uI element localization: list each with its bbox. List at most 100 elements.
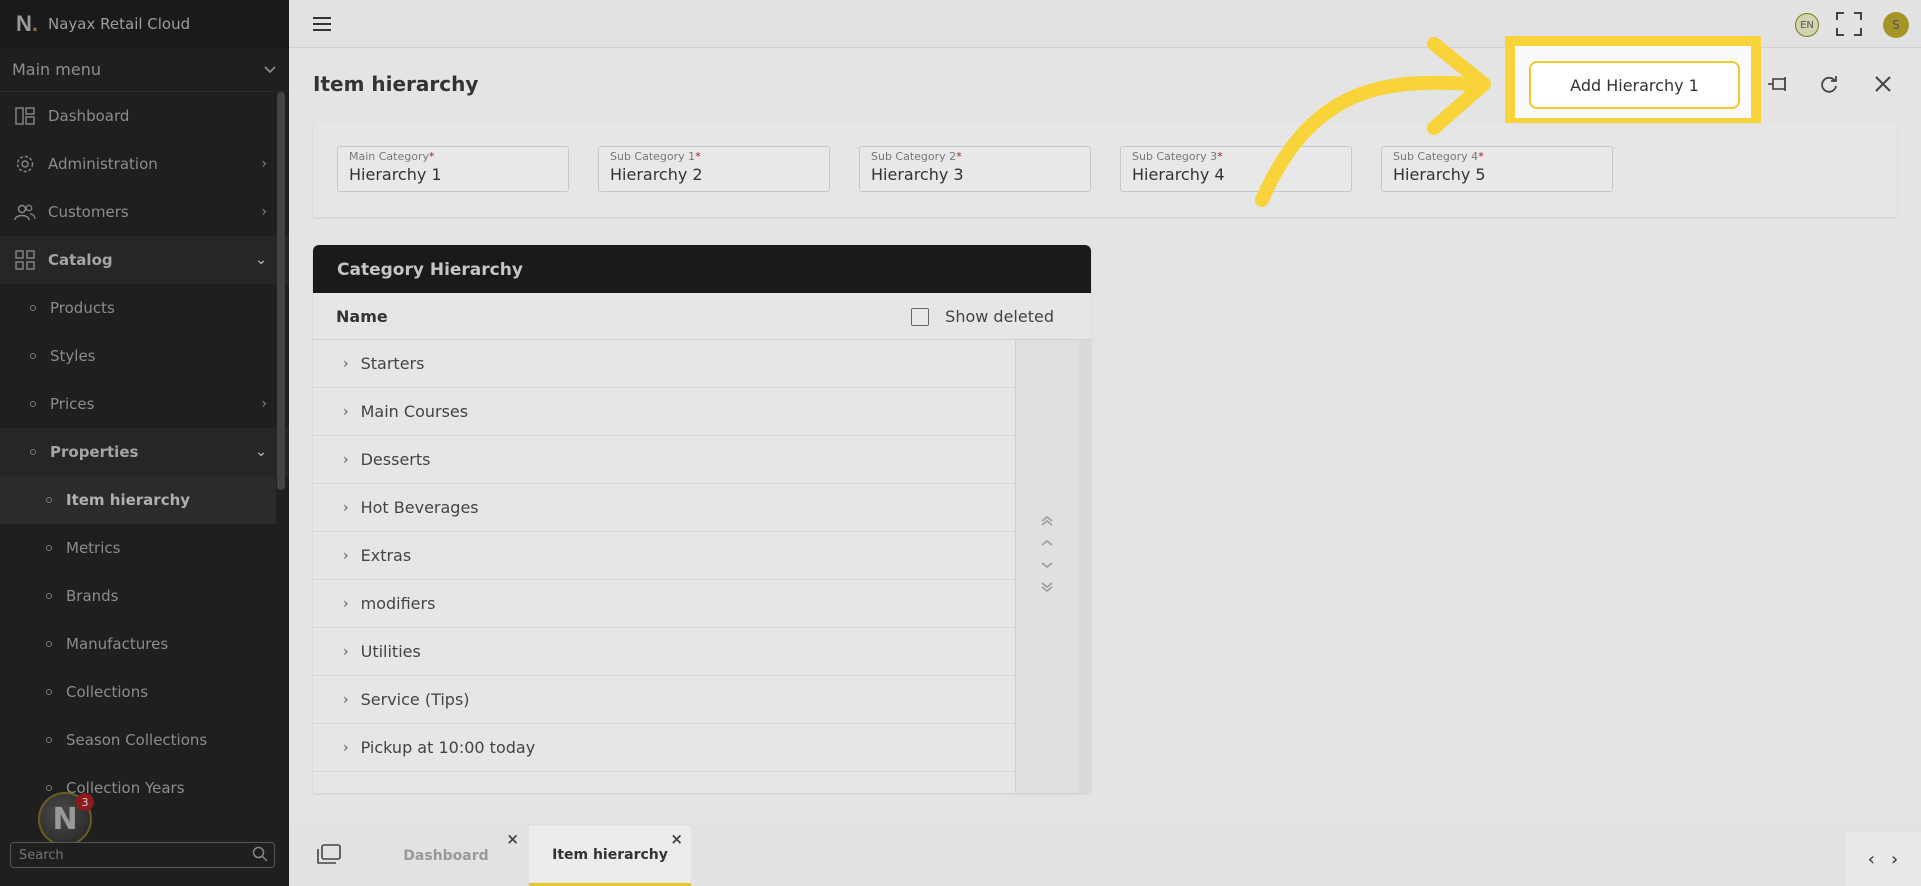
field-label: Sub Category 1: [610, 150, 696, 163]
sidebar-item-dashboard[interactable]: Dashboard: [0, 92, 289, 140]
sidebar-item-label: Collections: [66, 683, 149, 701]
expand-icon[interactable]: ›: [343, 452, 349, 468]
chevron-left-icon[interactable]: ‹: [1868, 849, 1875, 870]
sidebar-item-prices[interactable]: Prices ›: [0, 380, 289, 428]
required-mark: *: [956, 150, 962, 163]
sidebar-item-label: Dashboard: [48, 107, 130, 125]
panel-title: Category Hierarchy: [313, 245, 1091, 293]
chevron-right-icon: ›: [261, 204, 267, 220]
pin-icon[interactable]: [1768, 75, 1790, 97]
tab-label: Dashboard: [403, 848, 489, 864]
tree-row-label: Utilities: [360, 642, 421, 661]
sidebar-item-catalog[interactable]: Catalog ⌄: [0, 236, 289, 284]
sub-category-2-field[interactable]: Sub Category 2* Hierarchy 3: [859, 146, 1091, 192]
sub-category-4-field[interactable]: Sub Category 4* Hierarchy 5: [1381, 146, 1613, 192]
show-deleted-checkbox[interactable]: [911, 307, 930, 326]
expand-icon[interactable]: ›: [343, 356, 349, 372]
category-filters: Main Category* Hierarchy 1 Sub Category …: [313, 123, 1897, 217]
bullet-icon: [30, 305, 36, 311]
refresh-icon[interactable]: [1819, 75, 1839, 99]
expand-icon[interactable]: ›: [343, 740, 349, 756]
move-bottom-icon[interactable]: [1040, 581, 1054, 597]
expand-icon[interactable]: ›: [343, 596, 349, 612]
field-value: Hierarchy 3: [871, 165, 964, 184]
tree-row-label: Starters: [360, 354, 425, 373]
close-icon[interactable]: [1874, 75, 1892, 97]
show-deleted-toggle[interactable]: Show deleted: [911, 307, 1054, 326]
sidebar-item-label: Administration: [48, 155, 158, 173]
chevron-down-icon: [263, 60, 277, 79]
main-category-field[interactable]: Main Category* Hierarchy 1: [337, 146, 569, 192]
expand-icon[interactable]: ›: [343, 500, 349, 516]
sidebar-item-properties[interactable]: Properties ⌄: [0, 428, 289, 476]
expand-icon[interactable]: ›: [343, 404, 349, 420]
sub-category-1-field[interactable]: Sub Category 1* Hierarchy 2: [598, 146, 830, 192]
sidebar-item-styles[interactable]: Styles: [0, 332, 289, 380]
sidebar-scrollbar[interactable]: [277, 92, 285, 490]
sidebar-item-products[interactable]: Products: [0, 284, 289, 332]
move-up-icon[interactable]: [1040, 537, 1054, 553]
tree-row-label: Extras: [360, 546, 412, 565]
sidebar-search-input[interactable]: [10, 842, 275, 868]
bullet-icon: [46, 641, 52, 647]
field-value: Hierarchy 1: [349, 165, 442, 184]
hamburger-menu-icon[interactable]: [313, 16, 331, 35]
expand-icon[interactable]: ›: [343, 644, 349, 660]
tree-row[interactable]: › Extras: [313, 532, 1015, 580]
brand[interactable]: N. Nayax Retail Cloud: [0, 0, 289, 48]
sidebar-item-metrics[interactable]: Metrics: [0, 524, 289, 572]
sidebar-item-season-collections[interactable]: Season Collections: [0, 716, 289, 764]
tree-row[interactable]: › Main Courses: [313, 388, 1015, 436]
fullscreen-icon[interactable]: [1836, 12, 1862, 40]
reorder-controls: [1040, 515, 1054, 597]
expand-icon[interactable]: ›: [343, 548, 349, 564]
main-menu-toggle[interactable]: Main menu: [0, 48, 289, 92]
expand-icon[interactable]: ›: [343, 692, 349, 708]
tree-row[interactable]: › modifiers: [313, 580, 1015, 628]
bullet-icon: [30, 449, 36, 455]
tree-row-label: Pickup at 10:00 today: [360, 738, 536, 757]
sub-category-3-field[interactable]: Sub Category 3* Hierarchy 4: [1120, 146, 1352, 192]
field-value: Hierarchy 4: [1132, 165, 1225, 184]
chevron-right-icon[interactable]: ›: [1891, 849, 1898, 870]
sidebar-item-brands[interactable]: Brands: [0, 572, 289, 620]
tree-row[interactable]: › Pickup at 10:00 today: [313, 724, 1015, 772]
tree-row[interactable]: › Service (Tips): [313, 676, 1015, 724]
sidebar-item-customers[interactable]: Customers ›: [0, 188, 289, 236]
chevron-right-icon: ›: [261, 396, 267, 412]
close-icon[interactable]: ×: [670, 830, 683, 848]
tree-row[interactable]: › Hot Beverages: [313, 484, 1015, 532]
tab-dashboard[interactable]: Dashboard ×: [365, 826, 527, 886]
chevron-down-icon: ⌄: [255, 252, 267, 268]
sidebar-item-label: Metrics: [66, 539, 121, 557]
language-selector[interactable]: EN: [1795, 13, 1819, 37]
bullet-icon: [46, 785, 52, 791]
sidebar-item-manufactures[interactable]: Manufactures: [0, 620, 289, 668]
search-icon[interactable]: [252, 846, 268, 866]
show-deleted-label: Show deleted: [945, 307, 1054, 326]
sidebar-item-label: Manufactures: [66, 635, 169, 653]
required-mark: *: [1478, 150, 1484, 163]
bullet-icon: [46, 545, 52, 551]
avatar[interactable]: S: [1883, 12, 1909, 38]
tree-row[interactable]: › Utilities: [313, 628, 1015, 676]
windows-icon[interactable]: [317, 844, 341, 868]
close-icon[interactable]: ×: [506, 830, 519, 848]
main-menu-label: Main menu: [12, 60, 101, 79]
move-top-icon[interactable]: [1040, 515, 1054, 531]
tree-row[interactable]: › Desserts: [313, 436, 1015, 484]
tree-row-label: modifiers: [360, 594, 436, 613]
add-hierarchy-button[interactable]: Add Hierarchy 1: [1529, 61, 1740, 109]
brand-logo-icon: N.: [16, 11, 39, 36]
move-down-icon[interactable]: [1040, 559, 1054, 575]
tree-row[interactable]: › Starters: [313, 340, 1015, 388]
sidebar-item-collections[interactable]: Collections: [0, 668, 289, 716]
users-icon: [14, 201, 36, 223]
tab-item-hierarchy[interactable]: Item hierarchy ×: [529, 826, 691, 886]
sidebar-item-label: Products: [50, 299, 115, 317]
tab-label: Item hierarchy: [552, 846, 668, 863]
sidebar-item-administration[interactable]: Administration ›: [0, 140, 289, 188]
sidebar-item-label: Prices: [50, 395, 95, 413]
sidebar-item-item-hierarchy[interactable]: Item hierarchy: [0, 476, 276, 524]
tree-scrollbar[interactable]: [1079, 340, 1091, 793]
